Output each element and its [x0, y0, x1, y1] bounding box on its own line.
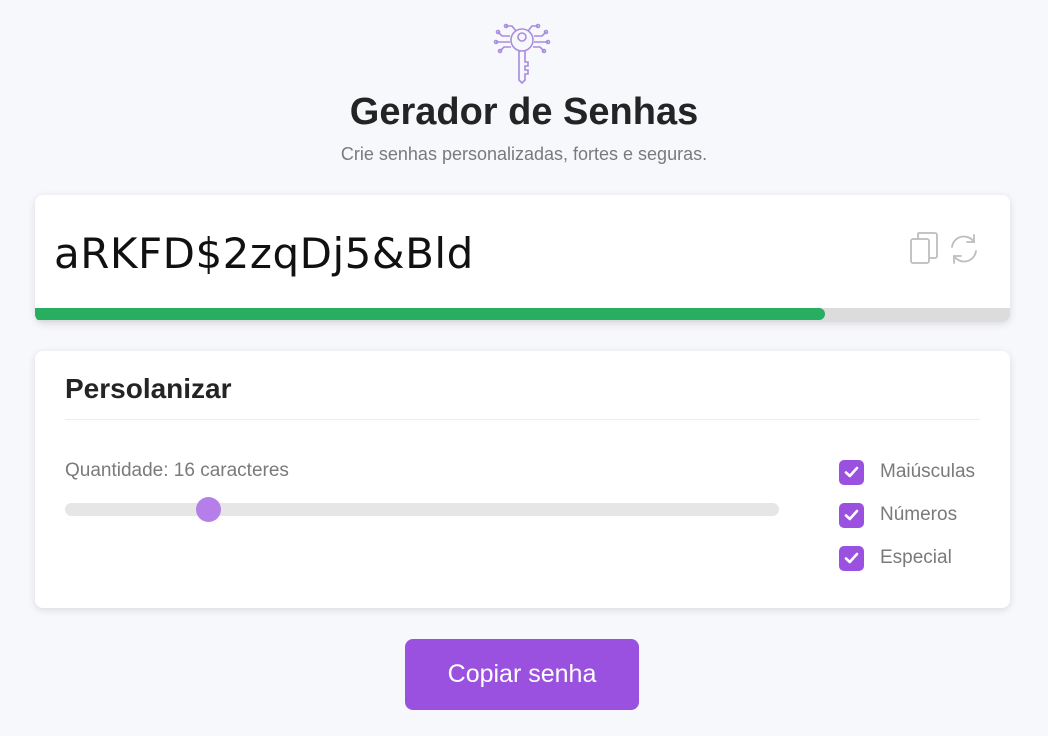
length-slider[interactable] — [65, 497, 779, 522]
copy-password-button[interactable]: Copiar senha — [405, 639, 639, 710]
special-checkbox[interactable] — [839, 545, 864, 571]
uppercase-checkbox[interactable] — [839, 459, 864, 485]
password-display[interactable]: aRKFD$2zqDj5&Bld — [54, 229, 474, 279]
length-slider-thumb[interactable] — [195, 497, 221, 522]
numbers-checkbox[interactable] — [839, 502, 864, 528]
password-generator-page: Gerador de Senhas Crie senhas personaliz… — [0, 0, 1048, 736]
uppercase-label: Maiúsculas — [880, 461, 976, 482]
length-label: Quantidade: 16 caracteres — [65, 460, 289, 481]
copy-icon[interactable] — [909, 231, 939, 265]
customize-card: Persolanizar Quantidade: 16 caracteres M… — [35, 351, 1010, 608]
option-numbers[interactable]: Números — [839, 502, 957, 528]
check-icon — [844, 466, 859, 478]
option-uppercase[interactable]: Maiúsculas — [839, 459, 975, 485]
customize-title: Persolanizar — [65, 373, 232, 404]
refresh-icon[interactable] — [947, 232, 981, 266]
page-title: Gerador de Senhas — [349, 91, 699, 133]
strength-meter — [35, 308, 1010, 322]
password-card: aRKFD$2zqDj5&Bld — [35, 195, 1010, 322]
page-subtitle: Crie senhas personalizadas, fortes e seg… — [340, 144, 708, 164]
numbers-label: Números — [880, 504, 958, 525]
strength-meter-fill — [35, 308, 825, 320]
check-icon — [844, 552, 859, 564]
option-special[interactable]: Especial — [839, 545, 952, 571]
customize-divider — [65, 419, 980, 420]
special-label: Especial — [880, 547, 952, 568]
key-circuit-icon — [493, 23, 551, 84]
check-icon — [844, 509, 859, 521]
